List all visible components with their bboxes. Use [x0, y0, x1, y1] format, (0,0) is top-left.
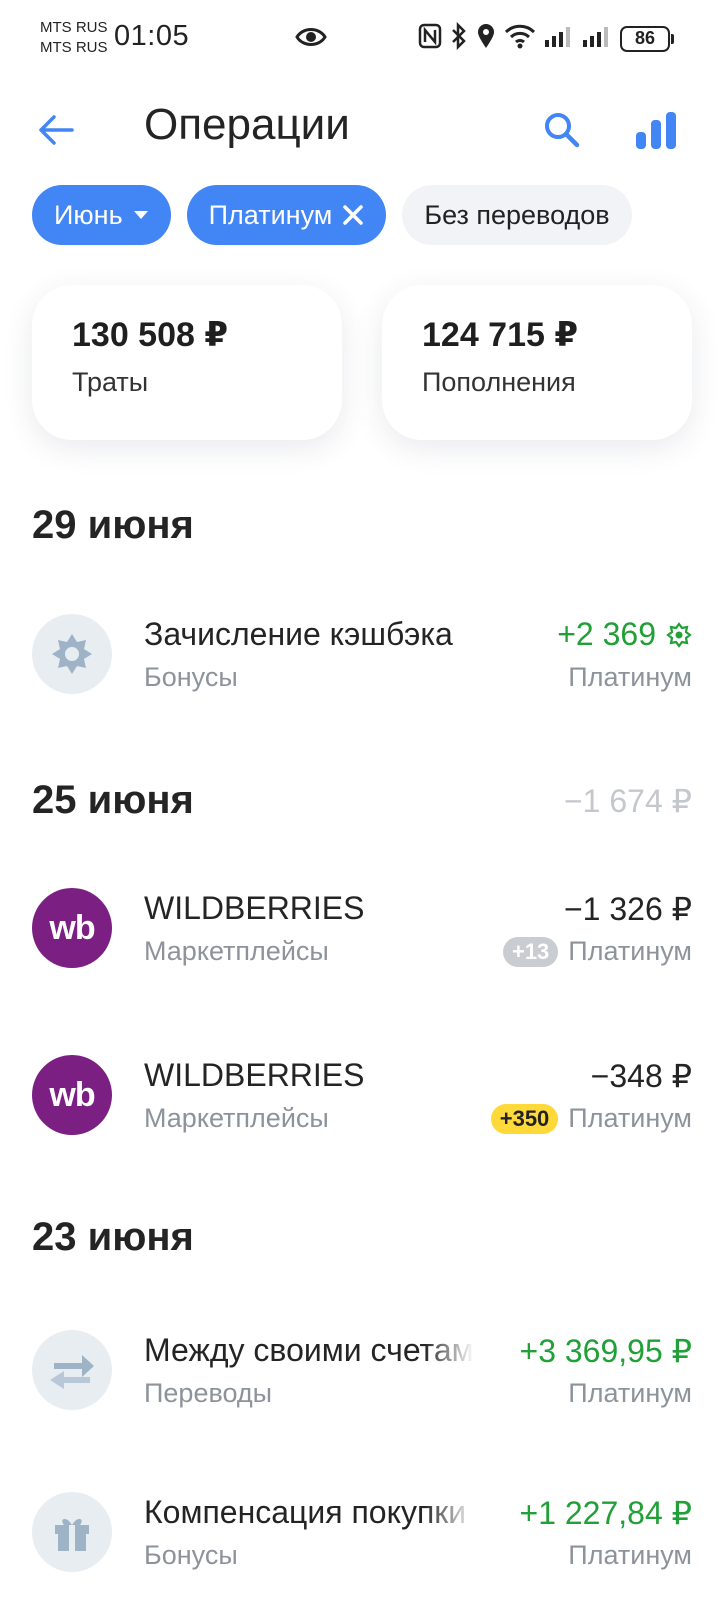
- day-title: 29 июня: [32, 503, 194, 547]
- page-title: Операции: [144, 100, 350, 149]
- status-icons: 86: [418, 21, 674, 55]
- operation-account-row: +13 Платинум: [502, 936, 692, 967]
- operation-item[interactable]: Компенсация покупки Бонусы +1 227,84 ₽ П…: [32, 1490, 692, 1576]
- app-header: Операции: [0, 92, 724, 168]
- operation-item[interactable]: Между своими счетами Переводы +3 369,95 …: [32, 1328, 692, 1414]
- operation-title: Зачисление кэшбэка: [144, 616, 453, 652]
- income-amount: 124 715 ₽: [422, 316, 579, 354]
- cashback-badge: +13: [502, 936, 559, 967]
- spending-amount: 130 508 ₽: [72, 316, 229, 354]
- operation-title: WILDBERRIES: [144, 1057, 365, 1093]
- spending-card[interactable]: 130 508 ₽ Траты: [32, 285, 342, 440]
- nfc-icon: [418, 23, 442, 54]
- battery-icon: 86: [620, 25, 674, 52]
- spending-label: Траты: [72, 367, 149, 397]
- operation-category: Бонусы: [144, 1540, 238, 1570]
- carrier-names: MTS RUS MTS RUS: [40, 18, 108, 58]
- back-button[interactable]: [30, 104, 82, 156]
- operation-item[interactable]: wb WILDBERRIES Маркетплейсы −1 326 ₽ +13…: [32, 886, 692, 972]
- status-time: 01:05: [114, 20, 190, 52]
- income-label: Пополнения: [422, 367, 576, 397]
- status-bar: MTS RUS MTS RUS 01:05 86: [0, 0, 724, 78]
- operation-category: Маркетплейсы: [144, 1103, 329, 1133]
- day-total: −1 674 ₽: [563, 782, 692, 819]
- operation-item[interactable]: Зачисление кэшбэка Бонусы +2 369 Платину…: [32, 612, 692, 698]
- signal-icon-1: [544, 24, 574, 53]
- filter-chips: Июнь Платинум Без переводов: [32, 185, 632, 245]
- operation-amount: +3 369,95 ₽: [507, 1332, 692, 1370]
- operation-account: Платинум: [568, 662, 692, 692]
- cashback-badge: +350: [490, 1103, 559, 1134]
- operation-item[interactable]: wb WILDBERRIES Маркетплейсы −348 ₽ +350 …: [32, 1053, 692, 1139]
- operation-title: Компенсация покупки: [144, 1494, 467, 1530]
- operation-amount: −348 ₽: [578, 1057, 692, 1095]
- month-filter-label: Июнь: [54, 199, 123, 230]
- bar-chart-icon: [636, 112, 676, 149]
- day-title: 25 июня: [32, 778, 194, 822]
- operation-account: Платинум: [568, 1378, 692, 1408]
- operation-account: Платинум: [568, 1540, 692, 1570]
- operation-title: Между своими счетами: [144, 1332, 474, 1368]
- card-filter-chip[interactable]: Платинум: [186, 185, 387, 245]
- operation-account-row: Платинум: [568, 662, 692, 693]
- day-header: 29 июня: [32, 503, 692, 548]
- month-filter-chip[interactable]: Июнь: [32, 185, 171, 245]
- bluetooth-icon: [450, 21, 468, 55]
- operation-amount: +1 227,84 ₽: [507, 1494, 692, 1532]
- statistics-button[interactable]: [630, 104, 682, 156]
- day-title: 23 июня: [32, 1215, 194, 1259]
- operation-account-row: Платинум: [568, 1540, 692, 1571]
- search-button[interactable]: [536, 104, 588, 156]
- battery-tip: [671, 33, 674, 44]
- operation-account-row: Платинум: [568, 1378, 692, 1409]
- summary-cards: 130 508 ₽ Траты 124 715 ₽ Пополнения: [32, 285, 692, 440]
- income-card[interactable]: 124 715 ₽ Пополнения: [382, 285, 692, 440]
- card-filter-label: Платинум: [208, 199, 333, 230]
- wildberries-logo: wb: [32, 1055, 112, 1135]
- eye-icon: [295, 24, 327, 55]
- close-icon[interactable]: [342, 204, 364, 226]
- operation-category: Переводы: [144, 1378, 273, 1408]
- operation-amount: +2 369: [545, 616, 692, 653]
- operation-account: Платинум: [568, 936, 692, 966]
- caret-down-icon: [133, 209, 149, 221]
- operation-account: Платинум: [568, 1103, 692, 1133]
- day-header: 25 июня −1 674 ₽: [32, 778, 692, 823]
- operation-category: Бонусы: [144, 662, 238, 692]
- battery-level: 86: [620, 25, 670, 52]
- operation-amount: −1 326 ₽: [551, 890, 692, 928]
- carrier-1: MTS RUS: [40, 19, 108, 36]
- wildberries-logo: wb: [32, 888, 112, 968]
- operation-title: WILDBERRIES: [144, 890, 365, 926]
- gift-icon: [32, 1492, 112, 1572]
- operation-account-row: +350 Платинум: [490, 1103, 692, 1134]
- day-header: 23 июня: [32, 1215, 692, 1260]
- without-transfers-label: Без переводов: [424, 199, 610, 230]
- location-icon: [476, 22, 496, 55]
- signal-icon-2: [582, 24, 612, 53]
- carrier-2: MTS RUS: [40, 39, 108, 56]
- operation-amount-value: +2 369: [557, 616, 656, 652]
- search-icon: [545, 113, 580, 148]
- transfer-arrows-icon: [32, 1330, 112, 1410]
- cashback-icon: [32, 614, 112, 694]
- operation-category: Маркетплейсы: [144, 936, 329, 966]
- bonus-icon: [666, 621, 692, 648]
- arrow-left-icon: [39, 115, 74, 145]
- wifi-icon: [504, 23, 536, 54]
- without-transfers-chip[interactable]: Без переводов: [402, 185, 632, 245]
